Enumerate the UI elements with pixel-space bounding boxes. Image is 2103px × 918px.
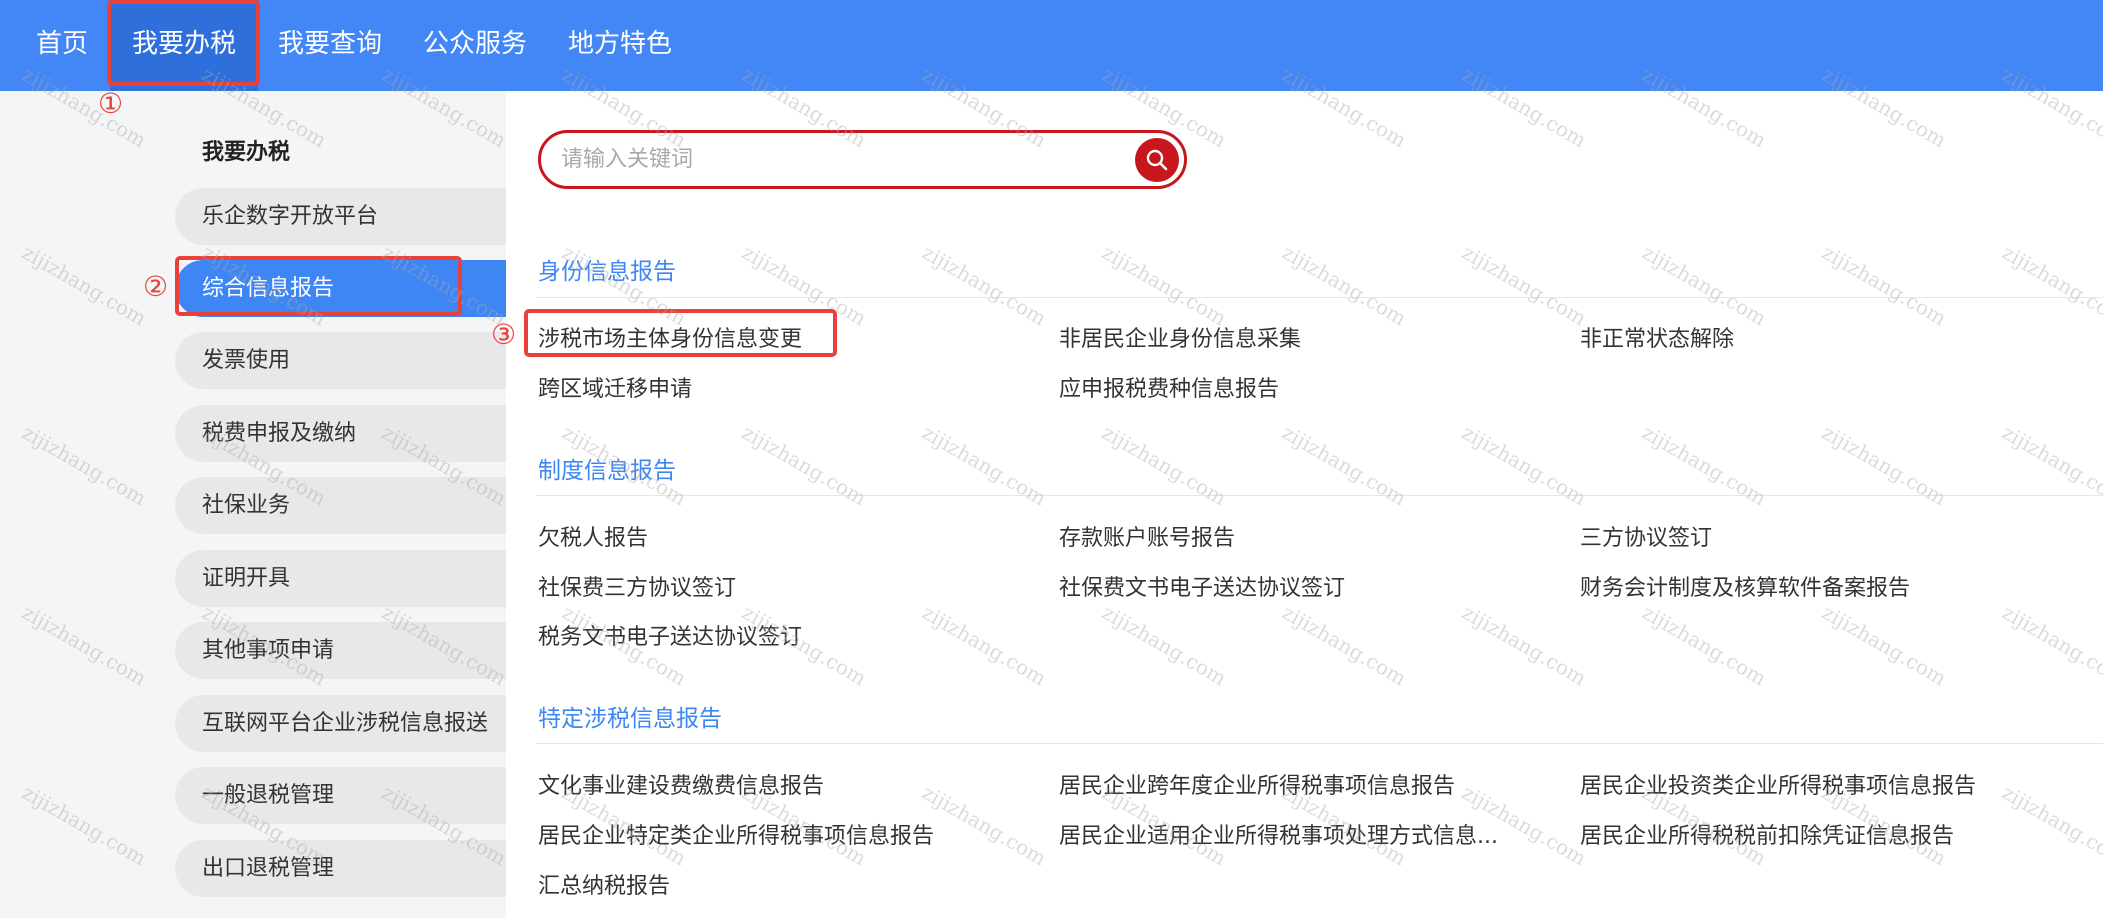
watermark-text: zijizhang.com [918,240,1051,331]
sidebar-title: 我要办税 [202,140,291,165]
link-consolidated-tax-report[interactable]: 汇总纳税报告 [538,868,670,900]
sidebar-item-other-requests[interactable]: 其他事项申请 [175,622,506,679]
section-divider [536,297,2103,298]
watermark-text: zijizhang.com [1998,420,2103,511]
watermark-text: zijizhang.com [1458,420,1591,511]
nav-public-service[interactable]: 公众服务 [423,0,527,91]
nav-home[interactable]: 首页 [36,0,88,91]
link-nonresident-identity[interactable]: 非居民企业身份信息采集 [1059,321,1301,353]
section-title-system: 制度信息报告 [538,458,676,484]
watermark-text: zijizhang.com [1638,600,1771,691]
link-investment-income-tax[interactable]: 居民企业投资类企业所得税事项信息报告 [1580,768,1976,800]
watermark-text: zijizhang.com [1278,420,1411,511]
watermark-text: zijizhang.com [918,420,1051,511]
section-divider [536,743,2103,744]
watermark-text: zijizhang.com [1098,600,1231,691]
sidebar-item-export-refund[interactable]: 出口退税管理 [175,840,506,897]
annotation-number-3: ③ [491,318,517,351]
top-nav: 首页 我要办税 我要查询 公众服务 地方特色 [0,0,2103,91]
sidebar-item-tax-declaration[interactable]: 税费申报及缴纳 [175,405,506,462]
watermark-text: zijizhang.com [1098,240,1231,331]
watermark-text: zijizhang.com [738,240,871,331]
sidebar-item-internet-platform[interactable]: 互联网平台企业涉税信息报送 [175,695,506,752]
link-tax-e-delivery[interactable]: 税务文书电子送达协议签订 [538,619,802,651]
section-divider [536,495,2103,496]
link-identity-change[interactable]: 涉税市场主体身份信息变更 [538,321,802,353]
watermark-text: zijizhang.com [1638,240,1771,331]
watermark-text: zijizhang.com [1098,420,1231,511]
link-culture-fee-report[interactable]: 文化事业建设费缴费信息报告 [538,768,824,800]
watermark-text: zijizhang.com [1998,780,2103,871]
link-tax-arrears-report[interactable]: 欠税人报告 [538,520,648,552]
link-bank-account-report[interactable]: 存款账户账号报告 [1059,520,1235,552]
sidebar-item-comprehensive-report[interactable]: 综合信息报告 [175,260,506,317]
section-title-specific: 特定涉税信息报告 [538,706,722,732]
nav-query[interactable]: 我要查询 [278,0,382,91]
sidebar-item-general-refund[interactable]: 一般退税管理 [175,767,506,824]
annotation-number-1: ① [98,87,124,120]
link-income-tax-processing[interactable]: 居民企业适用企业所得税事项处理方式信息... [1059,818,1498,850]
search-input[interactable] [561,141,1101,178]
watermark-text: zijizhang.com [1278,600,1411,691]
watermark-text: zijizhang.com [1818,240,1951,331]
search-button[interactable] [1135,138,1179,182]
watermark-text: zijizhang.com [1458,240,1591,331]
watermark-text: zijizhang.com [918,780,1051,871]
link-tripartite-agreement[interactable]: 三方协议签订 [1580,520,1712,552]
link-accounting-system-filing[interactable]: 财务会计制度及核算软件备案报告 [1580,570,1910,602]
watermark-text: zijizhang.com [918,600,1051,691]
sidebar-item-invoice-use[interactable]: 发票使用 [175,332,506,389]
link-abnormal-status-release[interactable]: 非正常状态解除 [1580,321,1734,353]
search-box [538,130,1187,189]
link-tax-type-report[interactable]: 应申报税费种信息报告 [1059,371,1279,403]
watermark-text: zijizhang.com [1818,420,1951,511]
link-social-e-delivery[interactable]: 社保费文书电子送达协议签订 [1059,570,1345,602]
sidebar-item-certificate[interactable]: 证明开具 [175,550,506,607]
nav-local-features[interactable]: 地方特色 [568,0,672,91]
section-title-identity: 身份信息报告 [538,259,676,285]
link-pre-tax-deduction[interactable]: 居民企业所得税税前扣除凭证信息报告 [1580,818,1954,850]
sidebar-item-leqi-platform[interactable]: 乐企数字开放平台 [175,188,506,245]
link-cross-year-income-tax[interactable]: 居民企业跨年度企业所得税事项信息报告 [1059,768,1455,800]
watermark-text: zijizhang.com [1998,600,2103,691]
watermark-text: zijizhang.com [1458,600,1591,691]
watermark-text: zijizhang.com [1278,240,1411,331]
watermark-text: zijizhang.com [1638,420,1771,511]
link-social-tripartite[interactable]: 社保费三方协议签订 [538,570,736,602]
sidebar-item-social-insurance[interactable]: 社保业务 [175,477,506,534]
nav-tax-handling[interactable]: 我要办税 [110,0,258,91]
link-cross-region-migration[interactable]: 跨区域迁移申请 [538,371,692,403]
annotation-number-2: ② [143,270,169,303]
watermark-text: zijizhang.com [1998,240,2103,331]
link-special-income-tax[interactable]: 居民企业特定类企业所得税事项信息报告 [538,818,934,850]
watermark-text: zijizhang.com [738,420,871,511]
watermark-text: zijizhang.com [1818,600,1951,691]
